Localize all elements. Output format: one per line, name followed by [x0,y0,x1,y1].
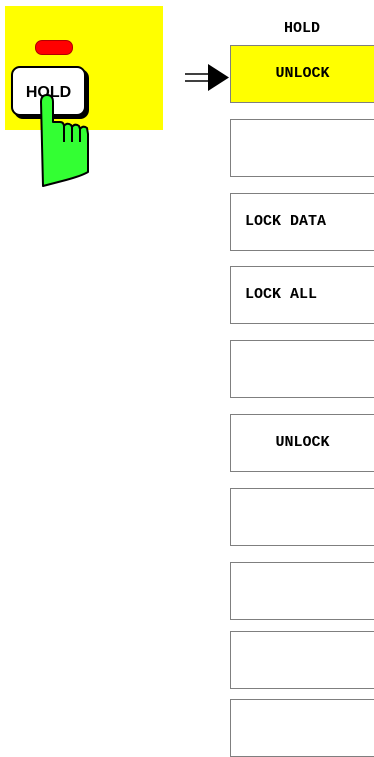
softkey-label: LOCK ALL [245,286,318,303]
softkey-empty-7[interactable] [230,488,374,546]
softkey-empty-10[interactable] [230,699,374,757]
softkey-empty-2[interactable] [230,119,374,177]
softkey-label: UNLOCK [275,65,330,82]
hold-led-indicator [35,40,73,55]
softkey-label: UNLOCK [275,434,330,451]
softkey-lock-all[interactable]: LOCK ALL [230,266,374,324]
softkey-menu-title: HOLD [283,20,320,37]
softkey-unlock[interactable]: UNLOCK [230,45,374,103]
pointing-hand-icon [40,94,89,187]
softkey-label: LOCK DATA [245,213,327,230]
softkey-empty-9[interactable] [230,631,374,689]
softkey-empty-5[interactable] [230,340,374,398]
softkey-lock-data[interactable]: LOCK DATA [230,193,374,251]
softkey-unlock-alt[interactable]: UNLOCK [230,414,374,472]
arrow-right-icon [185,64,229,91]
softkey-empty-8[interactable] [230,562,374,620]
